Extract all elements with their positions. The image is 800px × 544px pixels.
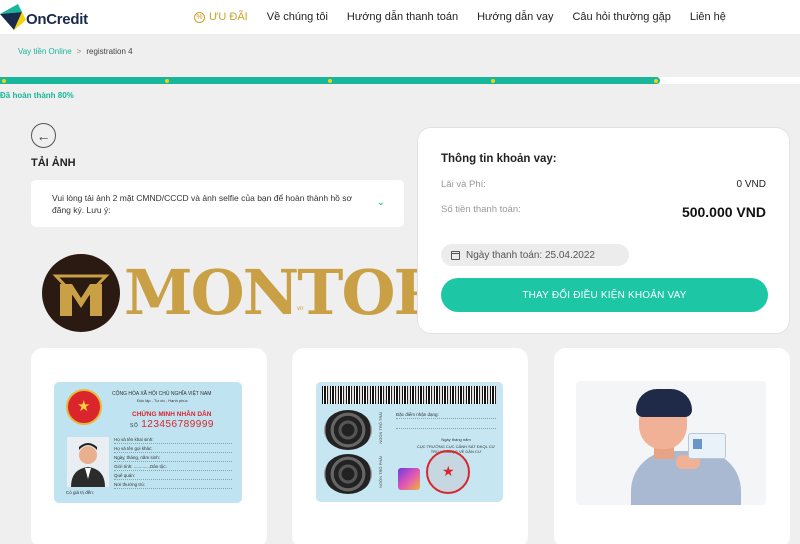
id-front-number-prefix: SỐ [130, 423, 139, 429]
progress-step-dot [2, 78, 6, 83]
watermark-text: MONTOP [124, 256, 440, 329]
progress-step-dot [165, 78, 169, 83]
id-front-footer: Có giá trị đến: [66, 490, 95, 495]
left-finger-label: NGÓN TRỎ TRÁI [378, 412, 383, 444]
due-date-text: Ngày thanh toán: 25.04.2022 [466, 249, 595, 261]
id-front-number-value: 123456789999 [141, 419, 214, 430]
nav-item-loan-guide[interactable]: Hướng dẫn vay [477, 11, 553, 23]
upload-notice-accordion[interactable]: Vui lòng tải ảnh 2 mặt CMND/CCCD và ảnh … [31, 180, 404, 227]
id-front-illustration: ★ CỘNG HÒA XÃ HỘI CHỦ NGHĨA VIỆT NAM Độc… [54, 382, 242, 503]
fee-value: 0 VND [736, 179, 766, 190]
arrow-left-icon: ← [36, 127, 51, 144]
id-front-field: Họ và tên khai sinh: [114, 437, 232, 444]
id-back-field-line [396, 422, 496, 429]
id-front-title: CHỨNG MINH NHÂN DÂN [132, 411, 212, 418]
payment-amount-value: 500.000 VND [681, 204, 766, 220]
nav-item-about[interactable]: Về chúng tôi [267, 11, 328, 23]
top-header: OnCredit % ƯU ĐÃI Về chúng tôi Hướng dẫn… [0, 0, 800, 34]
fee-label: Lãi và Phí: [441, 179, 486, 190]
right-finger-label: NGÓN TRỎ PHẢI [378, 456, 383, 488]
watermark-logo-icon [42, 254, 120, 332]
payment-amount-label: Số tiền thanh toán: [441, 204, 521, 215]
id-front-field: Họ và tên gọi khác: [114, 446, 232, 453]
nav-item-faq[interactable]: Câu hỏi thường gặp [572, 11, 670, 23]
fingerprint-icon [324, 454, 372, 494]
id-back-field: Đặc điểm nhận dạng: [396, 412, 496, 419]
percent-icon: % [194, 11, 205, 23]
upload-notice-text: Vui lòng tải ảnh 2 mặt CMND/CCCD và ảnh … [52, 193, 353, 215]
nav-item-contact[interactable]: Liên hệ [690, 11, 726, 23]
id-front-field: Ngày, tháng, năm sinh: [114, 455, 232, 462]
progress-step-dot [491, 78, 495, 83]
calendar-icon [451, 250, 460, 260]
id-front-header: CỘNG HÒA XÃ HỘI CHỦ NGHĨA VIỆT NAM [112, 391, 212, 397]
progress-bar [0, 77, 800, 84]
id-back-sign-date: Ngày tháng năm [441, 437, 471, 442]
id-front-field: Giới tính: .............Dân tộc: [114, 464, 232, 471]
barcode-icon [322, 386, 497, 404]
upload-id-back-card[interactable]: NGÓN TRỎ TRÁI NGÓN TRỎ PHẢI Đặc điểm nhậ… [292, 348, 528, 544]
id-back-illustration: NGÓN TRỎ TRÁI NGÓN TRỎ PHẢI Đặc điểm nhậ… [316, 382, 503, 502]
breadcrumb: Vay tiền Online > registration 4 [18, 47, 133, 56]
progress-step-dot [654, 78, 658, 83]
progress-step-dot [328, 78, 332, 83]
hologram-chip-icon [398, 468, 420, 490]
red-seal-icon: ★ [426, 450, 470, 494]
id-photo-icon [67, 437, 109, 487]
selfie-illustration [576, 381, 766, 505]
nav-item-label: ƯU ĐÃI [209, 11, 248, 23]
main-nav: % ƯU ĐÃI Về chúng tôi Hướng dẫn thanh to… [194, 0, 745, 34]
id-front-field: Nơi thường trú: [114, 482, 232, 489]
watermark-sub: vn [297, 306, 304, 312]
due-date-chip: Ngày thanh toán: 25.04.2022 [441, 244, 629, 266]
chevron-down-icon: ⌄ [376, 197, 385, 208]
logo-text: OnCredit [26, 11, 88, 28]
loan-info-title: Thông tin khoản vay: [441, 153, 557, 165]
id-card-photo-icon [693, 439, 702, 449]
id-front-field: Quê quán: [114, 473, 232, 480]
breadcrumb-link-online-loan[interactable]: Vay tiền Online [18, 47, 72, 56]
nav-item-promo[interactable]: % ƯU ĐÃI [194, 11, 248, 23]
back-button[interactable]: ← [31, 123, 56, 148]
id-card-icon [688, 433, 726, 459]
watermark-m-icon [52, 274, 110, 316]
national-emblem-icon: ★ [66, 389, 102, 425]
id-front-motto: Độc lập - Tự do - Hạnh phúc [137, 398, 188, 403]
person-hair-icon [636, 389, 692, 417]
upload-section-title: TẢI ẢNH [31, 157, 76, 169]
upload-id-front-card[interactable]: ★ CỘNG HÒA XÃ HỘI CHỦ NGHĨA VIỆT NAM Độc… [31, 348, 267, 544]
id-front-number: SỐ 123456789999 [130, 419, 214, 430]
change-loan-terms-button[interactable]: THAY ĐỔI ĐIỀU KIỆN KHOẢN VAY [441, 278, 768, 312]
progress-label: Đã hoàn thành 80% [0, 91, 74, 100]
breadcrumb-separator-icon: > [76, 47, 82, 56]
nav-item-payment-guide[interactable]: Hướng dẫn thanh toán [347, 11, 458, 23]
breadcrumb-current: registration 4 [86, 47, 133, 56]
fingerprint-icon [324, 410, 372, 450]
upload-selfie-card[interactable] [554, 348, 790, 544]
oncredit-logo[interactable]: OnCredit [0, 4, 100, 30]
loan-info-card: Thông tin khoản vay: Lãi và Phí: 0 VND S… [417, 127, 790, 334]
person-photo-icon [71, 443, 105, 487]
